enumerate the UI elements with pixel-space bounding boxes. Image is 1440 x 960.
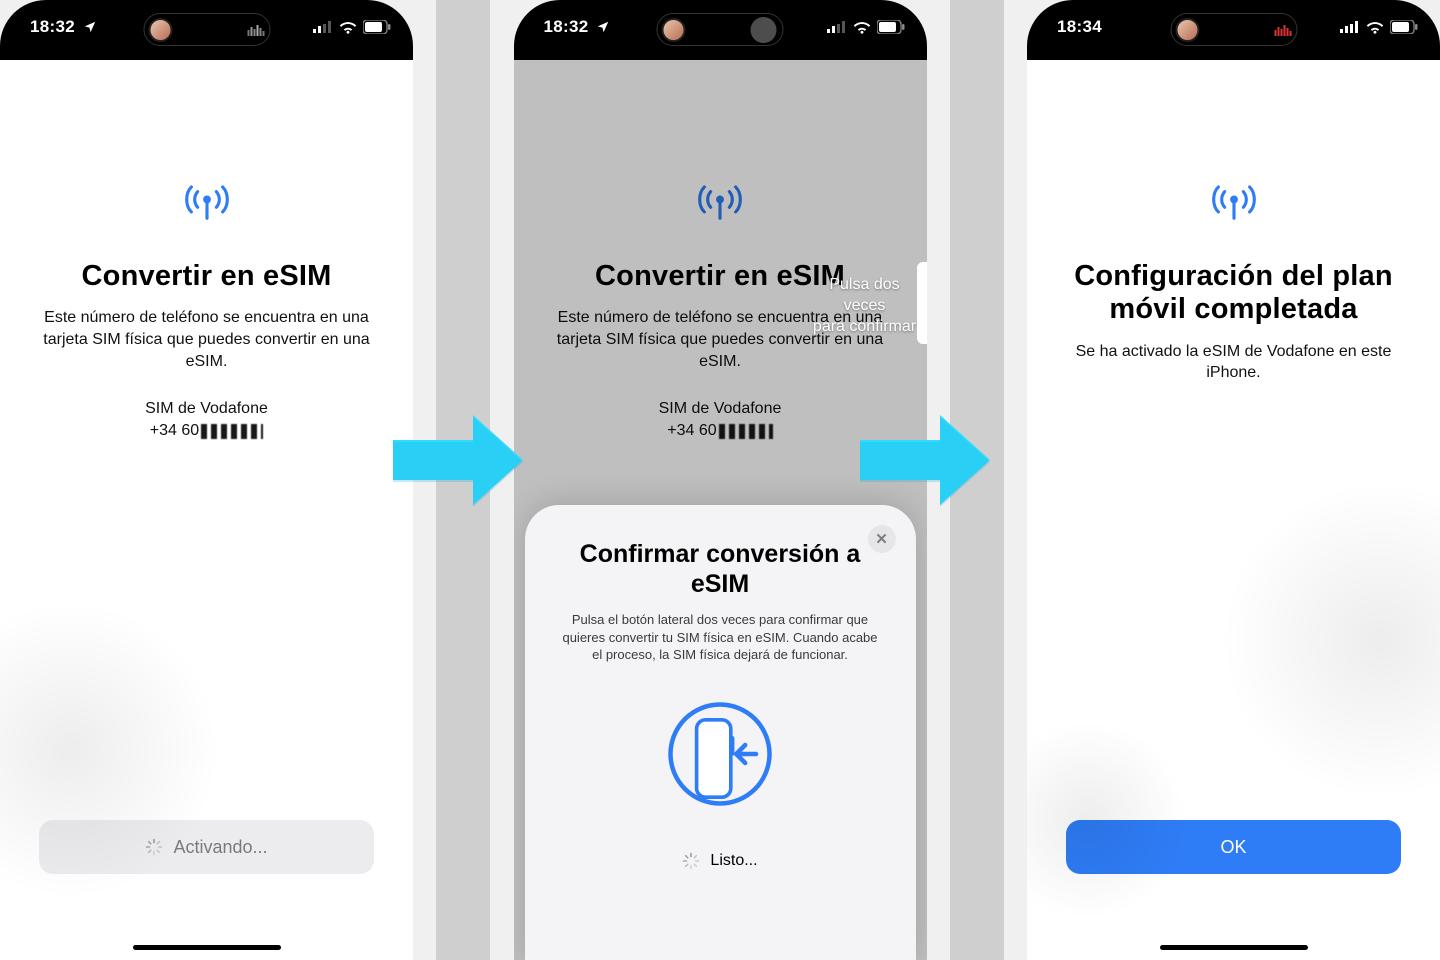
screenshot-1: 18:32 [0,0,413,960]
status-bar: 18:32 [0,0,413,60]
now-playing-avatar-icon [148,18,172,42]
cellular-antenna-icon [1209,178,1259,224]
cellular-signal-icon [827,21,847,33]
now-playing-avatar-icon [662,18,686,42]
screenshot-2: 18:32 [514,0,927,960]
battery-icon [363,20,391,34]
home-indicator[interactable] [133,945,281,950]
status-bar: 18:32 [514,0,927,60]
dynamic-island [657,13,784,46]
dynamic-island [1170,13,1297,46]
battery-icon [877,20,905,34]
side-button-illustration-icon [549,700,892,808]
sheet-title: Confirmar conversión a eSIM [549,539,892,599]
sheet-status: Listo... [549,852,892,870]
page-description: Se ha activado la eSIM de Vodafone en es… [1027,341,1440,384]
page-title: Convertir en eSIM [62,260,352,293]
cellular-signal-icon [313,21,333,33]
cellular-antenna-icon [182,178,232,224]
activating-status-button: Activando... [39,820,374,874]
wifi-icon [339,20,357,34]
dynamic-island [143,13,270,46]
home-indicator[interactable] [1160,945,1308,950]
double-click-hint: Pulsa dos veces para confirmar [809,275,927,337]
face-id-camera-icon [751,17,777,43]
cellular-signal-icon [1340,21,1360,33]
close-icon: ✕ [875,530,888,548]
sim-phone-number: +34 60 [150,422,263,440]
sheet-description: Pulsa el botón lateral dos veces para co… [549,611,892,664]
ok-button-label: OK [1220,837,1246,858]
status-time: 18:34 [1057,17,1102,37]
redacted-icon [201,424,263,439]
location-arrow-icon [596,20,610,34]
confirm-sheet: ✕ Confirmar conversión a eSIM Pulsa el b… [525,505,916,960]
close-button[interactable]: ✕ [868,525,896,553]
battery-icon [1390,20,1418,34]
spinner-icon [145,838,163,856]
audio-eq-icon [1274,24,1292,36]
audio-eq-icon [247,24,265,36]
sim-label: SIM de Vodafone [145,400,268,418]
now-playing-avatar-icon [1175,18,1199,42]
page-title: Configuración del plan móvil completada [1027,260,1440,327]
activating-label: Activando... [173,837,267,858]
sheet-status-label: Listo... [710,852,757,870]
wifi-icon [853,20,871,34]
location-arrow-icon [83,20,97,34]
status-bar: 18:34 [1027,0,1440,60]
screenshot-3: 18:34 [1027,0,1440,960]
ok-button[interactable]: OK [1066,820,1401,874]
status-time: 18:32 [544,17,589,37]
status-time: 18:32 [30,17,75,37]
wifi-icon [1366,20,1384,34]
page-description: Este número de teléfono se encuentra en … [0,307,413,372]
spinner-icon [682,852,700,870]
